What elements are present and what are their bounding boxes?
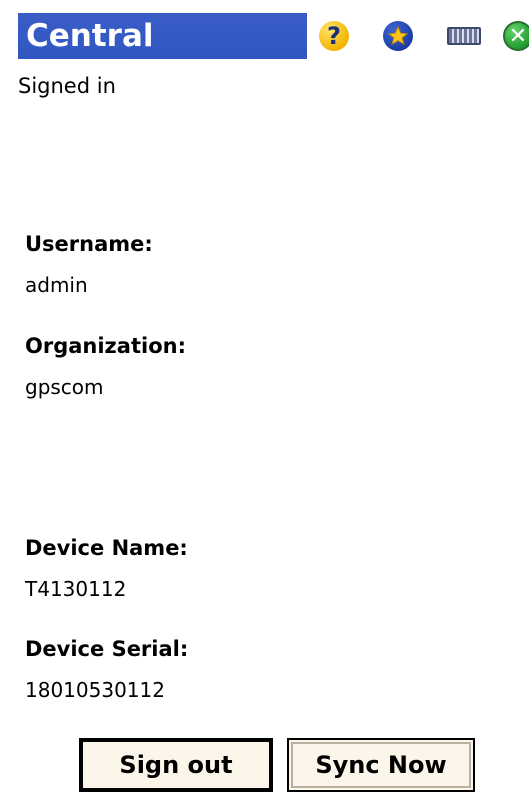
sign-out-button[interactable]: Sign out: [79, 738, 273, 792]
favorites-icon[interactable]: [383, 21, 413, 51]
device-name-label: Device Name:: [25, 536, 188, 560]
keyboard-icon[interactable]: [447, 27, 481, 45]
title-bar-icons: ? ✕: [307, 13, 529, 59]
app-title: Central: [26, 18, 154, 54]
username-value: admin: [25, 273, 88, 297]
close-icon[interactable]: ✕: [503, 21, 529, 51]
star-icon: [387, 25, 409, 46]
help-icon[interactable]: ?: [319, 21, 349, 51]
device-serial-value: 18010530112: [25, 678, 165, 702]
device-serial-label: Device Serial:: [25, 637, 189, 661]
help-glyph: ?: [327, 22, 341, 50]
sign-in-status: Signed in: [18, 74, 116, 98]
username-label: Username:: [25, 232, 153, 256]
organization-label: Organization:: [25, 334, 186, 358]
close-glyph: ✕: [508, 23, 528, 49]
sync-now-button[interactable]: Sync Now: [287, 738, 475, 792]
title-bar: Central ? ✕: [18, 13, 529, 59]
device-name-value: T4130112: [25, 577, 127, 601]
organization-value: gpscom: [25, 375, 104, 399]
